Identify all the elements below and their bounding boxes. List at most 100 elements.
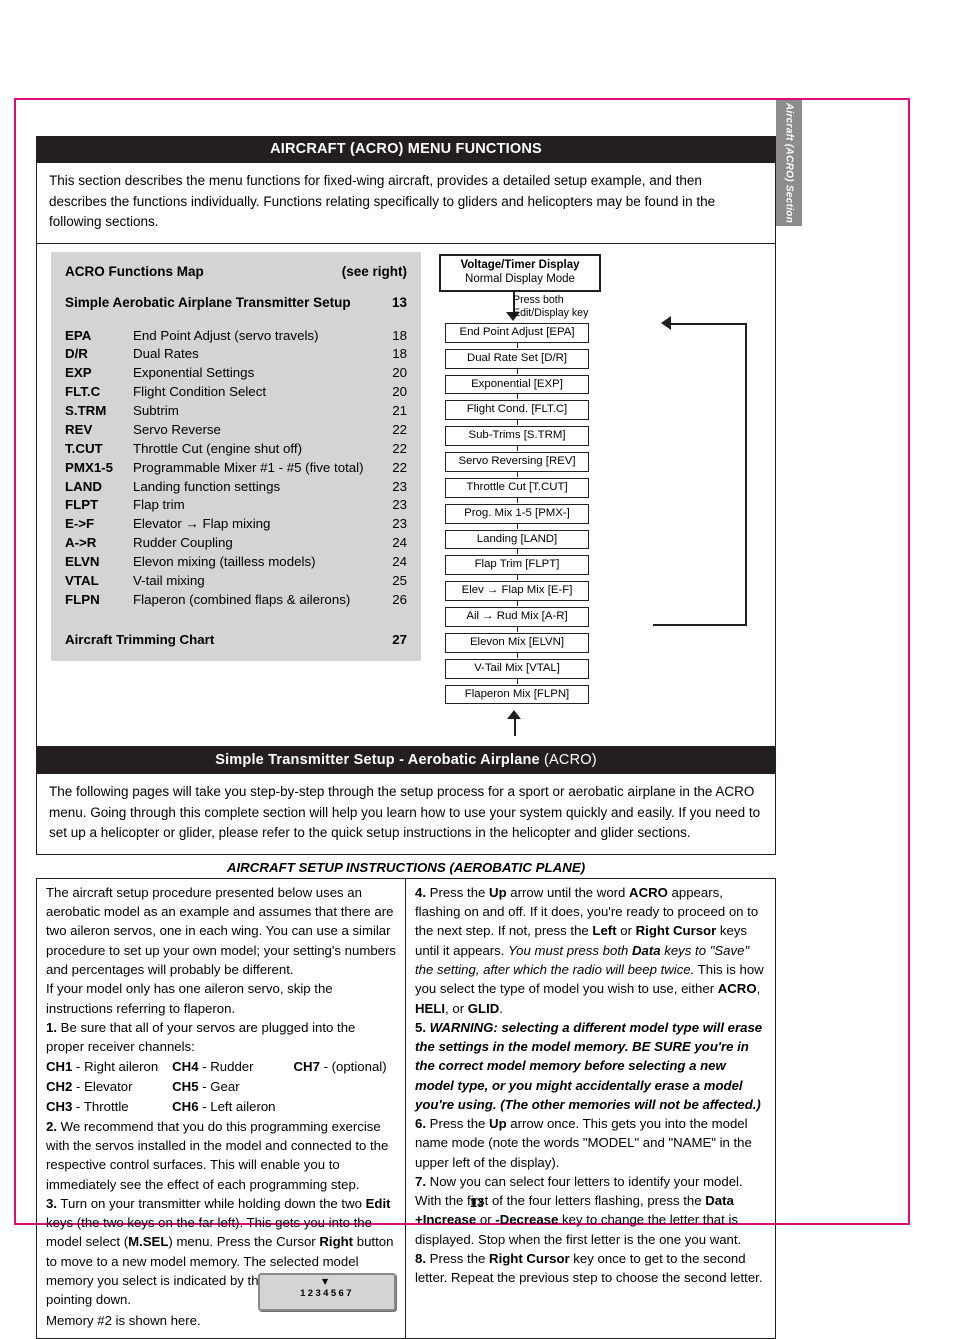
- side-tab-label: Aircraft (ACRO) Section: [783, 102, 795, 224]
- function-page-number: 26: [392, 591, 407, 607]
- function-page-number: 22: [392, 459, 407, 475]
- step-4-key-left: Left: [592, 923, 617, 939]
- channel-label: CH5: [172, 1079, 199, 1095]
- step-4-type-heli: HELI: [415, 1000, 446, 1016]
- channel-assignment: CH4 - Rudder: [172, 1057, 275, 1077]
- function-description: Landing function settings: [133, 478, 281, 494]
- channel-assignment: CH7 - (optional): [294, 1057, 387, 1077]
- channel-column-1: CH1 - Right aileron CH2 - Elevator CH3 - T…: [46, 1057, 158, 1116]
- channel-function: - (optional): [319, 1059, 387, 1075]
- function-abbreviation: PMX1-5: [65, 459, 114, 475]
- function-abbreviation: E->F: [65, 516, 95, 532]
- step-3-menu-msel: M.SEL: [128, 1234, 169, 1250]
- function-page-number: 25: [392, 572, 407, 588]
- functions-map-row: REV Servo Reverse 22: [65, 421, 407, 440]
- functions-map-row: E->F Elevator → Flap mixing 23: [65, 515, 407, 534]
- function-description: Flaperon (combined flaps & ailerons): [133, 591, 351, 607]
- functions-map-row: FLT.C Flight Condition Select 20: [65, 383, 407, 402]
- function-description: Rudder Coupling: [133, 535, 233, 551]
- flowchart-menu-box: Flaperon Mix [FLPN]: [445, 684, 589, 705]
- step-8-key-right-cursor: Right Cursor: [489, 1251, 570, 1266]
- lcd-down-arrow-icon: ▼: [322, 1277, 329, 1287]
- functions-map-footer-label: Aircraft Trimming Chart: [65, 631, 215, 647]
- functions-map-heading: ACRO Functions Map: [65, 263, 204, 279]
- function-page-number: 18: [392, 346, 407, 362]
- channel-label: CH1: [46, 1059, 73, 1075]
- function-abbreviation: FLPN: [65, 591, 100, 607]
- function-abbreviation: FLT.C: [65, 384, 101, 400]
- setup-instructions-caption: AIRCRAFT SETUP INSTRUCTIONS (AEROBATIC P…: [226, 859, 586, 875]
- step-4-number: 4.: [415, 884, 426, 900]
- functions-map-row: EXP Exponential Settings 20: [65, 364, 407, 383]
- function-page-number: 20: [392, 365, 407, 381]
- channel-label: CH2: [46, 1079, 73, 1095]
- step-1: 1. Be sure that all of your servos are p…: [46, 1018, 396, 1057]
- function-abbreviation: VTAL: [65, 572, 99, 588]
- channel-label: CH6: [172, 1098, 199, 1114]
- function-description: End Point Adjust (servo travels): [133, 327, 319, 343]
- functions-map-row: D/R Dual Rates 18: [65, 345, 407, 364]
- functions-map-footer-row: Aircraft Trimming Chart 27: [65, 632, 407, 647]
- lcd-model-memory-display: ▼ 1234567: [258, 1273, 396, 1312]
- function-description: Flight Condition Select: [133, 384, 267, 400]
- flowchart-menu-box: Landing [LAND]: [445, 529, 589, 555]
- channel-assignment: CH1 - Right aileron: [46, 1057, 158, 1077]
- flowchart-start-box: Voltage/Timer Display Normal Display Mod…: [439, 253, 601, 292]
- instructions-two-column-body: The aircraft setup procedure presented b…: [36, 877, 776, 1339]
- function-abbreviation: S.TRM: [65, 403, 107, 419]
- press-note-line2: Edit/Display key: [513, 306, 589, 319]
- function-page-number: 18: [392, 327, 407, 343]
- flowchart-menu-box: Elevon Mix [ELVN]: [445, 632, 589, 658]
- functions-map-row: PMX1-5 Programmable Mixer #1 - #5 (five t…: [65, 459, 407, 478]
- function-page-number: 20: [392, 384, 407, 400]
- functions-map-row: LAND Landing function settings 23: [65, 478, 407, 497]
- channel-label: CH4: [172, 1059, 199, 1075]
- functions-map-subheading: Simple Aerobatic Airplane Transmitter Se…: [65, 294, 351, 310]
- flowchart-return-arrow-group: [445, 710, 583, 737]
- step-5-warning-text: WARNING: selecting a different model typ…: [415, 1019, 763, 1112]
- step-4-italic-1: You must press both: [508, 942, 632, 958]
- channel-function: - Throttle: [72, 1098, 129, 1114]
- acro-functions-map-panel: ACRO Functions Map (see right) Simple Ae…: [51, 251, 421, 661]
- step-4-mode-acro: ACRO: [629, 884, 668, 900]
- flowchart-menu-box: Throttle Cut [T.CUT]: [445, 477, 589, 503]
- channel-function: - Left aileron: [198, 1098, 276, 1114]
- arrow-up-icon: [507, 710, 521, 720]
- page-number: 13: [470, 1196, 484, 1210]
- flowchart-menu-box: Servo Reversing [REV]: [445, 452, 589, 477]
- acro-menu-flowchart: Voltage/Timer Display Normal Display Mod…: [433, 252, 747, 737]
- step-7: 7. Now you can select four letters to id…: [415, 1172, 766, 1249]
- section-intro-paragraph: This section describes the menu function…: [36, 163, 776, 244]
- functions-map-heading-row: ACRO Functions Map (see right): [65, 264, 407, 279]
- function-description: Programmable Mixer #1 - #5 (five total): [133, 459, 364, 475]
- flowchart-menu-box: Prog. Mix 1-5 [PMX-]: [445, 503, 589, 529]
- channel-assignment: CH2 - Elevator: [46, 1077, 158, 1097]
- function-description: V-tail mixing: [133, 572, 205, 588]
- step-6-number: 6.: [415, 1116, 426, 1132]
- functions-map-heading-note: (see right): [341, 263, 407, 279]
- step-4-text-h: ,: [756, 981, 761, 997]
- lcd-memory-digits: 1234567: [300, 1288, 354, 1300]
- flowchart-menu-box: End Point Adjust [EPA]: [445, 322, 589, 348]
- page-content: AIRCRAFT (ACRO) MENU FUNCTIONS This sect…: [36, 136, 776, 1339]
- step-1-number: 1.: [46, 1019, 57, 1035]
- function-page-number: 22: [392, 421, 407, 437]
- channel-column-2: CH4 - Rudder CH5 - Gear CH6 - Left aileron: [172, 1057, 275, 1116]
- step-2: 2. We recommend that you do this program…: [46, 1117, 396, 1194]
- step-3-text-d: ) menu. Press the Cursor: [168, 1234, 320, 1250]
- step-4-type-glid: GLID: [467, 1000, 500, 1016]
- step-6: 6. Press the Up arrow once. This gets yo…: [415, 1114, 766, 1172]
- channel-function: - Elevator: [72, 1079, 133, 1095]
- functions-map-row: T.CUT Throttle Cut (engine shut off) 22: [65, 440, 407, 459]
- step-4-type-acro: ACRO: [717, 981, 757, 997]
- instructions-left-column: The aircraft setup procedure presented b…: [37, 878, 406, 1338]
- flowchart-menu-box: Flap Trim [FLPT]: [445, 555, 589, 581]
- flowchart-press-both-note: Press both Edit/Display key: [513, 294, 588, 320]
- function-page-number: 23: [392, 497, 407, 513]
- arrow-left-icon: [661, 315, 671, 330]
- function-abbreviation: ELVN: [65, 554, 100, 570]
- functions-map-subheading-row: Simple Aerobatic Airplane Transmitter Se…: [65, 295, 407, 310]
- flowchart-menu-box: Flight Cond. [FLT.C]: [445, 400, 589, 426]
- instructions-right-column: 4. Press the Up arrow until the word ACR…: [406, 879, 775, 1338]
- function-page-number: 22: [392, 440, 407, 456]
